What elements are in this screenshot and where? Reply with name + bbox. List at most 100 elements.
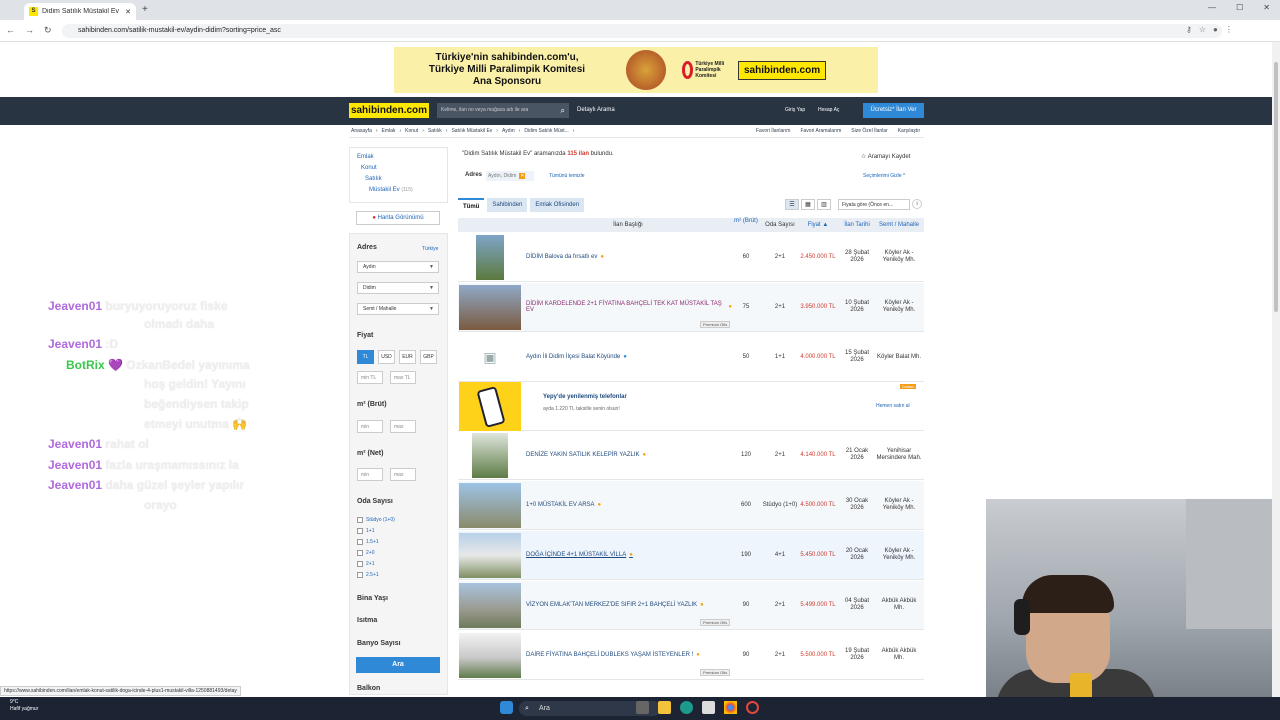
turkiye-link[interactable]: Türkiye	[422, 246, 438, 252]
search-submit-button[interactable]: Ara	[356, 657, 440, 673]
listing-row[interactable]: DİDİM Balova da fırsatlı ev ● 60 2+1 2.45…	[458, 233, 924, 282]
listing-thumbnail[interactable]	[459, 483, 521, 528]
room-option[interactable]: 2+0	[357, 550, 374, 556]
info-icon[interactable]: i	[912, 199, 922, 209]
favorite-searches-link[interactable]: Favori Aramalarım	[800, 128, 841, 134]
filter-banyo[interactable]: Banyo Sayısı	[357, 640, 401, 647]
filter-bina-yasi[interactable]: Bina Yaşı	[357, 595, 388, 602]
page-scrollbar[interactable]	[1272, 42, 1280, 697]
key-icon[interactable]: ⚷	[1186, 25, 1192, 34]
tab-agency[interactable]: Emlak Ofisinden	[530, 198, 585, 212]
room-option[interactable]: Stüdyo (1+0)	[357, 517, 395, 523]
camera-icon[interactable]: ▣	[459, 335, 521, 380]
min-m2-brut-input[interactable]: min	[357, 420, 383, 433]
breadcrumb-item[interactable]: Emlak	[382, 128, 396, 134]
special-listings-link[interactable]: Size Özel İlanlar	[851, 128, 887, 134]
breadcrumb-item[interactable]: Satılık Müstakil Ev	[451, 128, 492, 134]
listing-row[interactable]: DAİRE FİYATINA BAHÇELİ DUBLEKS YAŞAM İST…	[458, 631, 924, 680]
breadcrumb-item[interactable]: Satılık	[428, 128, 442, 134]
currency-usd[interactable]: USD	[378, 350, 395, 364]
compare-link[interactable]: Karşılaştır	[898, 128, 921, 134]
post-ad-button[interactable]: Ücretsiz* İlan Ver	[863, 103, 924, 118]
minimize-icon[interactable]: —	[1208, 3, 1216, 12]
search-icon[interactable]: ⌕	[561, 103, 565, 118]
tab-all[interactable]: Tümü	[458, 198, 485, 212]
weather-widget[interactable]: 9°C Hafif yağmur	[10, 699, 38, 713]
col-date[interactable]: İlan Tarihi	[838, 218, 876, 232]
max-price-input[interactable]: max TL	[390, 371, 416, 384]
reload-icon[interactable]: ↻	[44, 25, 52, 36]
filter-balkon[interactable]: Balkon	[357, 685, 380, 692]
obs-icon[interactable]	[746, 701, 759, 714]
category-konut[interactable]: Konut	[357, 163, 440, 174]
room-option[interactable]: 1.5+1	[357, 539, 379, 545]
col-district[interactable]: Semt / Mahalle	[874, 218, 924, 232]
breadcrumb-item[interactable]: Konut	[405, 128, 418, 134]
province-select[interactable]: Aydın	[357, 261, 439, 273]
back-icon[interactable]: ←	[6, 25, 15, 36]
listing-title[interactable]: DİDİM Balova da fırsatlı ev ●	[526, 233, 732, 281]
map-view-button[interactable]: ● Harita Görünümü	[356, 211, 440, 225]
tab-owner[interactable]: Sahibinden	[487, 198, 528, 212]
listing-title[interactable]: DENİZE YAKIN SATILIK KELEPİR YAZLIK ●	[526, 431, 732, 479]
extension-icon[interactable]: ●	[1213, 25, 1218, 34]
table-view-icon[interactable]: ▦	[801, 199, 815, 210]
currency-tl[interactable]: TL	[357, 350, 374, 364]
currency-gbp[interactable]: GBP	[420, 350, 437, 364]
col-rooms[interactable]: Oda Sayısı	[760, 218, 800, 232]
max-m2-net-input[interactable]: max	[390, 468, 416, 481]
detailed-search-link[interactable]: Detaylı Arama	[577, 107, 615, 113]
listing-row[interactable]: VİZYON EMLAK'TAN MERKEZ'DE SIFIR 2+1 BAH…	[458, 581, 924, 630]
scrollbar-thumb[interactable]	[1274, 62, 1278, 312]
listing-title[interactable]: Aydın İli Didim İlçesi Balat Köyünde ●	[526, 333, 732, 381]
new-tab-icon[interactable]: +	[142, 4, 148, 15]
col-m2[interactable]: m² (Brüt)	[734, 218, 758, 225]
url-input[interactable]: sahibinden.com/satilik-mustakil-ev/aydin…	[62, 24, 1222, 38]
listing-row[interactable]: DİDİM KARDELENDE 2+1 FİYATINA BAHÇELİ TE…	[458, 283, 924, 332]
listing-title[interactable]: DOĞA İÇİNDE 4+1 MÜSTAKİL VİLLA ●	[526, 531, 732, 579]
listing-thumbnail[interactable]	[459, 533, 521, 578]
min-price-input[interactable]: min TL	[357, 371, 383, 384]
sponsor-banner[interactable]: Türkiye'nin sahibinden.com'u, Türkiye Mi…	[394, 47, 878, 93]
menu-dots-icon[interactable]: ⋮	[1225, 25, 1233, 34]
room-option[interactable]: 2.5+1	[357, 572, 379, 578]
listing-row[interactable]: ▣ Aydın İli Didim İlçesi Balat Köyünde ● …	[458, 333, 924, 382]
store-icon[interactable]	[702, 701, 715, 714]
max-m2-brut-input[interactable]: max	[390, 420, 416, 433]
close-window-icon[interactable]: ✕	[1263, 3, 1270, 12]
listing-title[interactable]: 1+0 MÜSTAKİL EV ARSA ●	[526, 481, 732, 529]
list-view-icon[interactable]: ☰	[785, 199, 799, 210]
edge-icon[interactable]	[680, 701, 693, 714]
breadcrumb-item[interactable]: Aydın	[502, 128, 515, 134]
listing-thumbnail[interactable]	[459, 633, 521, 678]
sort-select[interactable]: Fiyata göre (Önce en...	[838, 199, 910, 210]
listing-thumbnail[interactable]	[459, 285, 521, 330]
district-select[interactable]: Didim	[357, 282, 439, 294]
remove-chip-icon[interactable]: ✕	[519, 173, 526, 179]
signup-link[interactable]: Hesap Aç	[818, 107, 839, 113]
listing-thumbnail[interactable]	[476, 235, 504, 280]
chrome-icon[interactable]	[724, 701, 737, 714]
task-view-icon[interactable]	[636, 701, 649, 714]
category-mustakil-ev[interactable]: Müstakil Ev (115)	[357, 185, 440, 196]
grid-view-icon[interactable]: ▥	[817, 199, 831, 210]
ad-row[interactable]: Yepy'de yenilenmiş telefonlar ayda 1.220…	[458, 382, 924, 431]
listing-thumbnail[interactable]	[459, 583, 521, 628]
close-tab-icon[interactable]: ✕	[125, 8, 131, 16]
category-emlak[interactable]: Emlak	[357, 152, 440, 163]
favorite-listings-link[interactable]: Favori İlanlarım	[756, 128, 790, 134]
clear-all-link[interactable]: Tümünü temizle	[549, 173, 585, 179]
category-satilik[interactable]: Satılık	[357, 174, 440, 185]
forward-icon[interactable]: →	[25, 25, 34, 36]
bookmark-star-icon[interactable]: ☆	[1199, 25, 1206, 34]
start-icon[interactable]	[500, 701, 513, 714]
site-search-input[interactable]: Kelime, ilan no veya mağaza adı ile ara …	[437, 103, 569, 118]
listing-row[interactable]: DOĞA İÇİNDE 4+1 MÜSTAKİL VİLLA ● 190 4+1 …	[458, 531, 924, 580]
breadcrumb-item[interactable]: Didim Satılık Müst...	[524, 128, 568, 134]
col-price[interactable]: Fiyat ▲	[798, 218, 838, 232]
maximize-icon[interactable]: ☐	[1236, 3, 1243, 12]
filter-isitma[interactable]: Isıtma	[357, 617, 377, 624]
login-link[interactable]: Giriş Yap	[785, 107, 805, 113]
browser-tab[interactable]: S Didim Satılık Müstakil Ev Fiyatla ✕	[24, 3, 136, 20]
address-filter-chip[interactable]: Aydın, Didim ✕	[486, 171, 534, 181]
